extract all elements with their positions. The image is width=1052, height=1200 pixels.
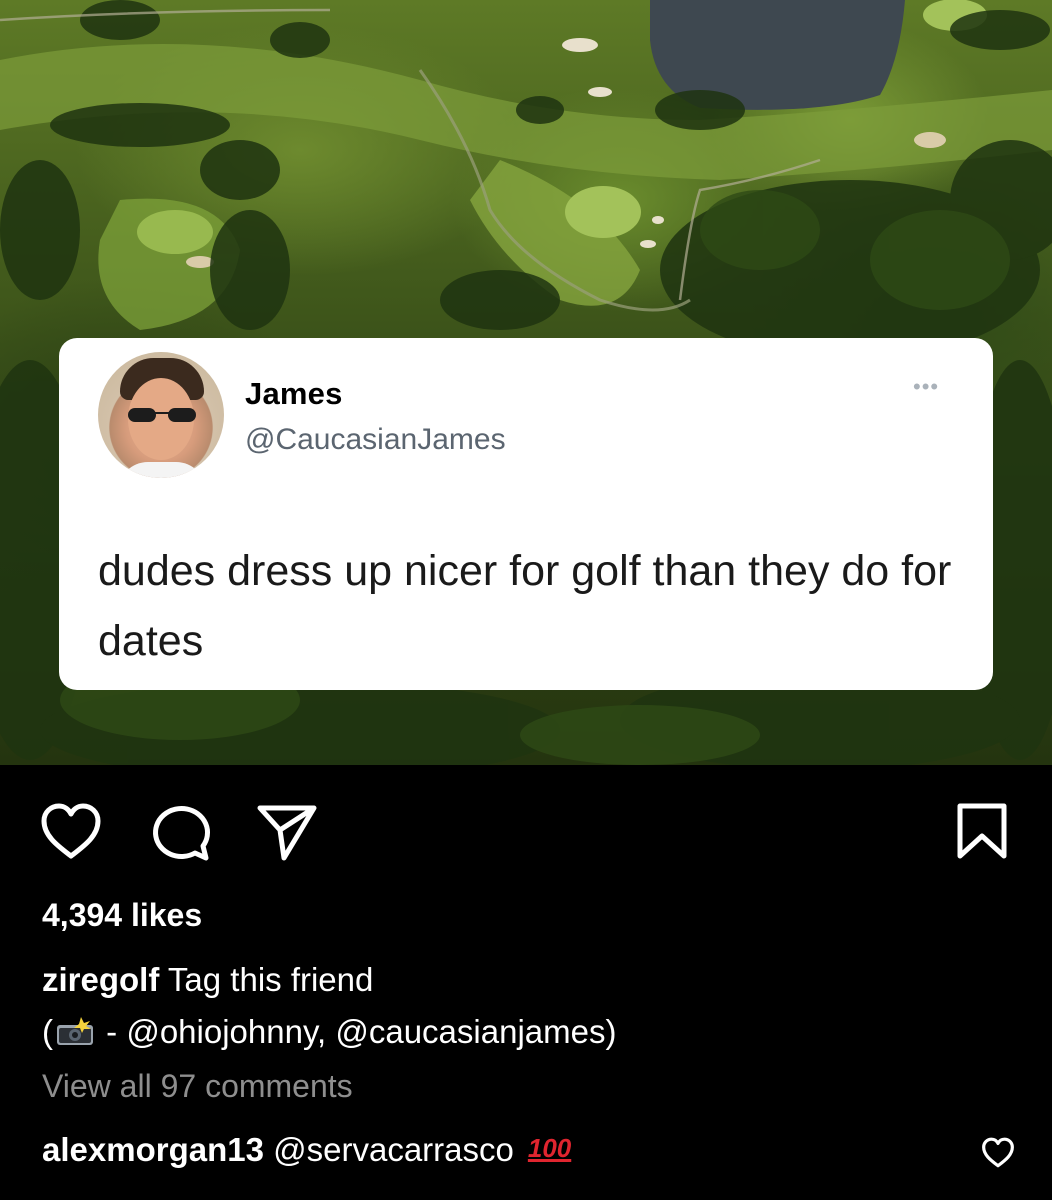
comment-heart-icon[interactable] — [980, 1136, 1016, 1170]
comment: alexmorgan13 @servacarrasco 100 — [42, 1131, 571, 1169]
post-image[interactable]: James @CaucasianJames ••• dudes dress up… — [0, 0, 1052, 765]
tweet-author-name: James — [245, 376, 343, 411]
send-icon[interactable] — [254, 800, 320, 864]
tweet-text: dudes dress up nicer for golf than they … — [98, 547, 952, 665]
hundred-points-icon: 100 — [527, 1133, 572, 1163]
tweet-author-handle: @CaucasianJames — [245, 423, 506, 456]
view-all-comments-link[interactable]: View all 97 comments — [42, 1068, 353, 1105]
post-action-bar — [0, 800, 1052, 864]
tweet-card: James @CaucasianJames ••• dudes dress up… — [59, 338, 993, 690]
comment-text[interactable]: @servacarrasco — [273, 1131, 514, 1168]
caption-credits: ( - @ohiojohnny, @caucasianjames) — [42, 1010, 616, 1054]
comment-icon[interactable] — [148, 800, 214, 864]
comment-username[interactable]: alexmorgan13 — [42, 1131, 264, 1168]
more-options-icon: ••• — [913, 374, 940, 399]
caption-username[interactable]: ziregolf — [42, 961, 159, 998]
caption: ziregolf Tag this friend — [42, 958, 373, 1002]
camera-flash-icon — [55, 1014, 95, 1045]
caption-prefix: ( — [42, 1013, 53, 1050]
avatar — [98, 352, 224, 478]
bookmark-icon[interactable] — [952, 800, 1012, 864]
caption-text: Tag this friend — [167, 961, 374, 998]
heart-icon[interactable] — [38, 800, 104, 864]
caption-mentions[interactable]: - @ohiojohnny, @caucasianjames) — [97, 1013, 616, 1050]
like-count[interactable]: 4,394 likes — [42, 897, 202, 934]
